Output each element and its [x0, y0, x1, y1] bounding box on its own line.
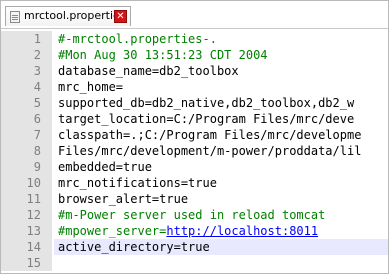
code-line[interactable]: 5 supported_db=db2_native,db2_toolbox,db2… — [1, 95, 388, 111]
line-number-gutter: 9 — [1, 159, 52, 175]
url-link[interactable]: http://localhost:8011 — [166, 224, 318, 238]
tab-bar: mrctool.properties ✕ — [1, 1, 388, 27]
code-text: #m-Power server used in reload tomcat — [58, 208, 326, 222]
code-editor[interactable]: 1 #-mrctool.properties-. 2 #Mon Aug 30 13:5… — [1, 28, 388, 273]
line-number-gutter: 13 — [1, 223, 52, 239]
code-text: mrc_notifications=true — [58, 176, 217, 190]
fold-margin — [52, 191, 54, 207]
line-number-gutter: 3 — [1, 63, 52, 79]
line-number-gutter: 4 — [1, 79, 52, 95]
line-number: 15 — [26, 256, 41, 270]
code-line[interactable]: 3 database_name=db2_toolbox — [1, 63, 388, 79]
fold-margin — [52, 223, 54, 239]
fold-margin — [52, 95, 54, 111]
code-text: #Mon Aug 30 13:51:23 CDT 2004 — [58, 48, 268, 62]
code-line[interactable]: 13 #mpower_server=http://localhost:8011 — [1, 223, 388, 239]
code-text: #-mrctool.properties-. — [58, 32, 217, 46]
line-number-gutter: 10 — [1, 175, 52, 191]
code-text: active_directory=true — [58, 240, 210, 254]
line-number: 4 — [33, 80, 41, 94]
code-line[interactable]: 1 #-mrctool.properties-. — [1, 31, 388, 47]
fold-margin — [52, 79, 54, 95]
code-line[interactable]: 8 Files/mrc/development/m-power/proddata/… — [1, 143, 388, 159]
line-number-gutter: 11 — [1, 191, 52, 207]
fold-margin — [52, 159, 54, 175]
code-text: Files/mrc/development/m-power/proddata/l… — [58, 144, 362, 158]
line-number-gutter: 6 — [1, 111, 52, 127]
code-text: supported_db=db2_native,db2_toolbox,db2_… — [58, 96, 355, 110]
line-number-gutter: 8 — [1, 143, 52, 159]
code-text: database_name=db2_toolbox — [58, 64, 239, 78]
line-number: 11 — [26, 192, 41, 206]
code-text: #mpower_server=http://localhost:8011 — [58, 224, 318, 238]
fold-margin — [52, 127, 54, 143]
code-line[interactable]: 14 active_directory=true — [1, 239, 388, 255]
code-text: embedded=true — [58, 160, 152, 174]
line-number: 1 — [33, 32, 41, 46]
code-line[interactable]: 9 embedded=true — [1, 159, 388, 175]
line-number-gutter: 15 — [1, 255, 52, 271]
code-line[interactable]: 4 mrc_home= — [1, 79, 388, 95]
line-number-gutter: 1 — [1, 31, 52, 47]
code-text: mrc_home= — [58, 80, 124, 94]
code-line[interactable]: 7 classpath=.;C:/Program Files/mrc/develo… — [1, 127, 388, 143]
line-number-gutter: 12 — [1, 207, 52, 223]
line-number: 6 — [33, 112, 41, 126]
fold-margin — [52, 175, 54, 191]
fold-margin — [52, 31, 54, 47]
comment-prefix: #mpower_server= — [58, 224, 167, 238]
tab-label: mrctool.properties — [24, 9, 126, 22]
fold-margin — [52, 111, 54, 127]
line-number: 10 — [26, 176, 41, 190]
code-line[interactable]: 12 #m-Power server used in reload tomcat — [1, 207, 388, 223]
editor-window: mrctool.properties ✕ 1 #-mrctool.properti… — [0, 0, 389, 274]
fold-margin — [52, 239, 54, 255]
line-number: 12 — [26, 208, 41, 222]
line-number: 2 — [33, 48, 41, 62]
line-number: 3 — [33, 64, 41, 78]
code-line[interactable]: 2 #Mon Aug 30 13:51:23 CDT 2004 — [1, 47, 388, 63]
code-line[interactable]: 11 browser_alert=true — [1, 191, 388, 207]
line-number-gutter: 7 — [1, 127, 52, 143]
fold-margin — [52, 47, 54, 63]
line-number-gutter: 14 — [1, 239, 52, 255]
line-number: 8 — [33, 144, 41, 158]
fold-margin — [52, 143, 54, 159]
file-icon — [10, 11, 20, 23]
fold-margin — [52, 255, 54, 271]
code-text: target_location=C:/Program Files/mrc/dev… — [58, 112, 355, 126]
fold-margin — [52, 207, 54, 223]
line-number-gutter: 5 — [1, 95, 52, 111]
line-number: 9 — [33, 160, 41, 174]
tab-mrctool-properties[interactable]: mrctool.properties ✕ — [5, 6, 131, 26]
close-icon[interactable]: ✕ — [114, 10, 127, 23]
code-text: browser_alert=true — [58, 192, 189, 206]
line-number: 13 — [26, 224, 41, 238]
line-number: 7 — [33, 128, 41, 142]
code-line[interactable]: 6 target_location=C:/Program Files/mrc/de… — [1, 111, 388, 127]
code-line[interactable]: 10 mrc_notifications=true — [1, 175, 388, 191]
code-line[interactable]: 15 — [1, 255, 388, 271]
fold-margin — [52, 63, 54, 79]
line-number-gutter: 2 — [1, 47, 52, 63]
line-number: 5 — [33, 96, 41, 110]
line-number: 14 — [26, 240, 41, 254]
code-text: classpath=.;C:/Program Files/mrc/develop… — [58, 128, 362, 142]
